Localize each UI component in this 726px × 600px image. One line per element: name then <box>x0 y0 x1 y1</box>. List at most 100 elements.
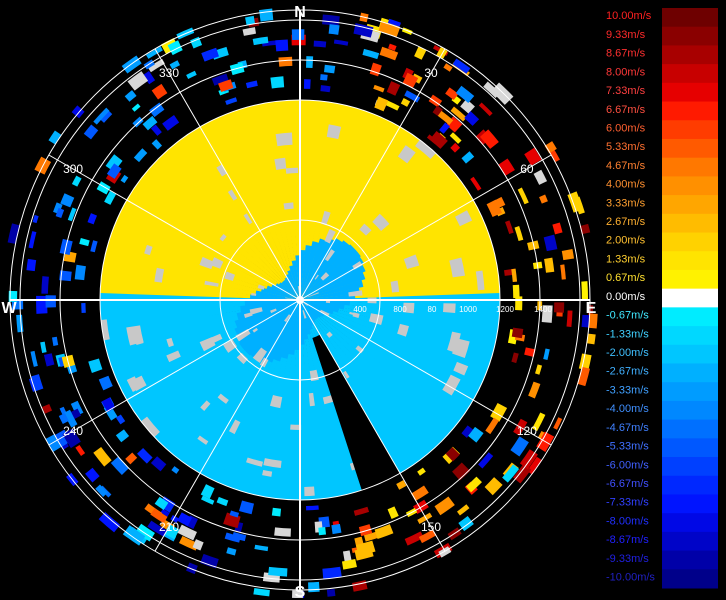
outer-velocity-bin <box>26 258 37 272</box>
outer-velocity-bin <box>291 29 305 40</box>
no-data-gate <box>283 202 294 210</box>
compass-north-label: N <box>294 4 306 21</box>
colorbar-swatch <box>662 550 718 570</box>
colorbar-label: -8.00m/s <box>606 515 649 527</box>
colorbar-swatch <box>662 513 718 533</box>
colorbar-label: 6.00m/s <box>606 122 646 134</box>
colorbar-label: 8.00m/s <box>606 66 646 78</box>
colorbar-swatch <box>662 64 718 84</box>
colorbar-label: 8.67m/s <box>606 48 646 60</box>
colorbar-swatch <box>662 382 718 402</box>
colorbar-label: 2.00m/s <box>606 235 646 247</box>
outer-velocity-bin <box>324 64 336 74</box>
range-label: 1200 <box>496 305 514 314</box>
colorbar-swatch <box>662 531 718 552</box>
colorbar-label: 0.67m/s <box>606 272 646 284</box>
colorbar-swatch <box>662 438 718 458</box>
outer-velocity-bin <box>326 588 336 597</box>
colorbar-swatch <box>662 213 718 234</box>
range-label: 80 <box>428 305 437 314</box>
no-data-gate <box>304 486 315 497</box>
colorbar-swatch <box>662 457 718 477</box>
no-data-gate <box>285 167 299 174</box>
outer-velocity-bin <box>274 527 291 537</box>
colorbar-swatch <box>662 45 718 65</box>
colorbar-label: 4.00m/s <box>606 179 646 191</box>
no-data-gate <box>275 132 293 147</box>
colorbar-label: -2.67m/s <box>606 366 649 378</box>
colorbar-swatch <box>662 176 718 196</box>
outer-velocity-bin <box>331 523 342 535</box>
colorbar-swatch <box>662 120 718 140</box>
bearing-label: 240 <box>63 424 83 438</box>
outer-velocity-bin <box>328 24 340 35</box>
radar-ppi-chart: 400 800 80 1000 1200 1400 30 60 120 150 210 240 300… <box>0 0 600 600</box>
colorbar-swatch <box>662 232 718 252</box>
colorbar-swatch <box>662 138 718 159</box>
outer-velocity-bin <box>278 56 293 67</box>
colorbar-label: 0.00m/s <box>606 291 646 303</box>
colorbar-labels: 10.00m/s 9.33m/s 8.67m/s 8.00m/s 7.33m/s 6.67… <box>606 10 655 583</box>
colorbar-label: -6.00m/s <box>606 459 649 471</box>
colorbar-label: 4.67m/s <box>606 160 646 172</box>
colorbar-label: 1.33m/s <box>606 253 646 265</box>
outer-velocity-bin <box>581 281 589 301</box>
colorbar-swatch <box>662 307 718 327</box>
colorbar-swatch <box>662 419 718 439</box>
outer-velocity-bin <box>306 56 314 69</box>
colorbar-swatch <box>662 26 718 46</box>
range-label: 400 <box>353 305 367 314</box>
outer-velocity-bin <box>275 39 289 52</box>
colorbar-swatch <box>662 288 718 308</box>
colorbar-swatch <box>662 82 718 103</box>
colorbar-label: -5.33m/s <box>606 441 649 453</box>
colorbar-label: -8.67m/s <box>606 534 649 546</box>
bearing-label: 30 <box>424 66 438 80</box>
colorbar-label: 2.67m/s <box>606 216 646 228</box>
outer-velocity-bin <box>270 76 285 89</box>
range-label: 1400 <box>534 305 552 314</box>
colorbar-label: 10.00m/s <box>606 10 652 22</box>
colorbar-swatch <box>662 251 718 271</box>
outer-velocity-bin <box>306 505 319 511</box>
colorbar-swatch <box>662 195 718 215</box>
colorbar-label: -1.33m/s <box>606 328 649 340</box>
colorbar-swatch <box>662 101 718 121</box>
colorbar-label: 6.67m/s <box>606 104 646 116</box>
compass-west-label: W <box>1 300 17 317</box>
bearing-label: 210 <box>159 520 179 534</box>
outer-velocity-bin <box>318 527 327 536</box>
colorbar-swatches <box>662 8 718 589</box>
colorbar-label: -7.33m/s <box>606 497 649 509</box>
outer-velocity-bin <box>271 507 282 517</box>
range-label: 800 <box>393 305 407 314</box>
colorbar-swatch <box>662 269 718 290</box>
colorbar-label: 5.33m/s <box>606 141 646 153</box>
outer-velocity-bin <box>320 85 331 93</box>
outer-velocity-bin <box>41 276 49 294</box>
outer-velocity-bin <box>511 327 524 339</box>
colorbar-label: 7.33m/s <box>606 85 646 97</box>
colorbar-swatch <box>662 157 718 177</box>
colorbar-label: -4.00m/s <box>606 403 649 415</box>
outer-velocity-bin <box>45 295 56 308</box>
colorbar-swatch <box>662 400 718 421</box>
outer-velocity-bin <box>553 302 565 313</box>
colorbar-label: -4.67m/s <box>606 422 649 434</box>
colorbar-swatch <box>662 8 718 28</box>
outer-velocity-bin <box>258 8 274 22</box>
bearing-label: 60 <box>520 162 534 176</box>
bearing-label: 300 <box>63 162 83 176</box>
outer-velocity-bin <box>313 40 327 48</box>
outer-velocity-bin <box>308 581 320 593</box>
colorbar-swatch <box>662 475 718 495</box>
colorbar-label: -3.33m/s <box>606 384 649 396</box>
velocity-colorbar: 10.00m/s 9.33m/s 8.67m/s 8.00m/s 7.33m/s 6.67… <box>606 8 718 589</box>
outer-velocity-bin <box>81 303 86 314</box>
colorbar-label: -10.00m/s <box>606 572 655 584</box>
compass-east-label: E <box>586 300 597 317</box>
radar-origin <box>296 296 304 304</box>
no-data-gate <box>274 157 287 170</box>
outer-velocity-bin <box>515 296 523 311</box>
colorbar-label: -0.67m/s <box>606 310 649 322</box>
